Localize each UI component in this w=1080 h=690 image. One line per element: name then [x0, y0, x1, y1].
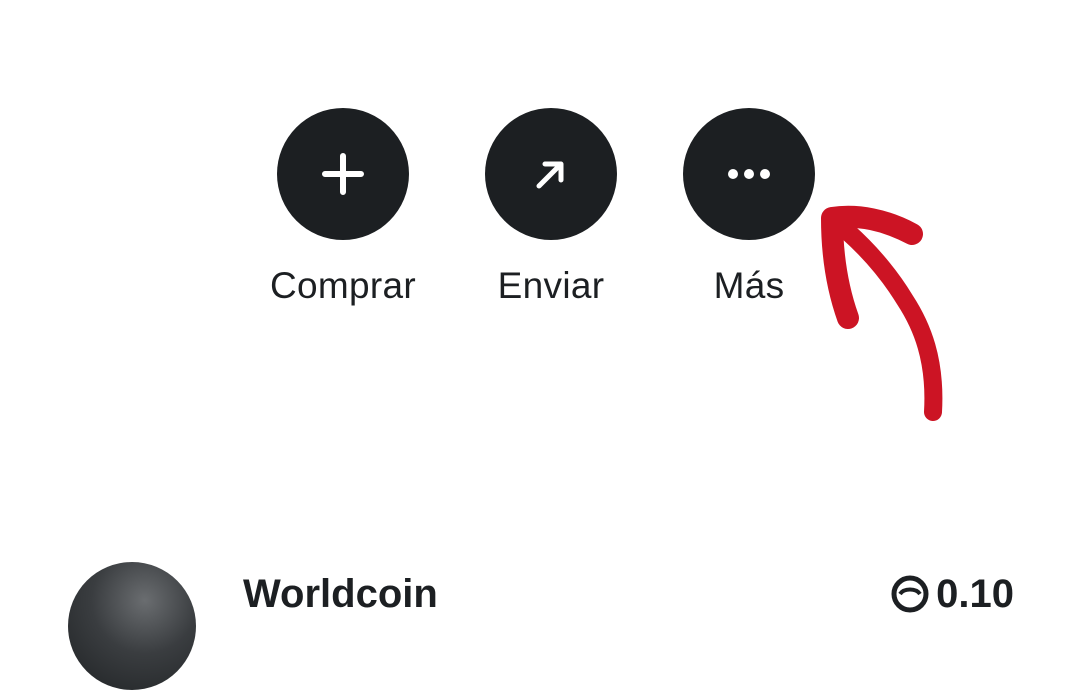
buy-button[interactable] [277, 108, 409, 240]
more-action[interactable]: Más [649, 108, 849, 308]
more-label: Más [713, 265, 785, 306]
more-horizontal-icon [728, 169, 770, 179]
send-action[interactable]: Enviar [451, 108, 651, 308]
buy-action[interactable]: Comprar [243, 108, 443, 308]
token-balance-value: 0.10 [936, 572, 1014, 616]
token-list-item[interactable]: Worldcoin 0.10 [0, 540, 1080, 690]
arrow-up-right-icon [536, 161, 564, 189]
plus-icon [322, 153, 364, 195]
token-avatar [68, 562, 196, 690]
send-label: Enviar [497, 265, 605, 306]
token-balance: 0.10 [890, 570, 1014, 618]
worldcoin-icon [891, 575, 929, 613]
token-name: Worldcoin [243, 572, 438, 616]
buy-label: Comprar [269, 265, 417, 306]
quick-actions: Comprar Enviar Más [0, 0, 1080, 340]
send-button[interactable] [485, 108, 617, 240]
more-button[interactable] [683, 108, 815, 240]
